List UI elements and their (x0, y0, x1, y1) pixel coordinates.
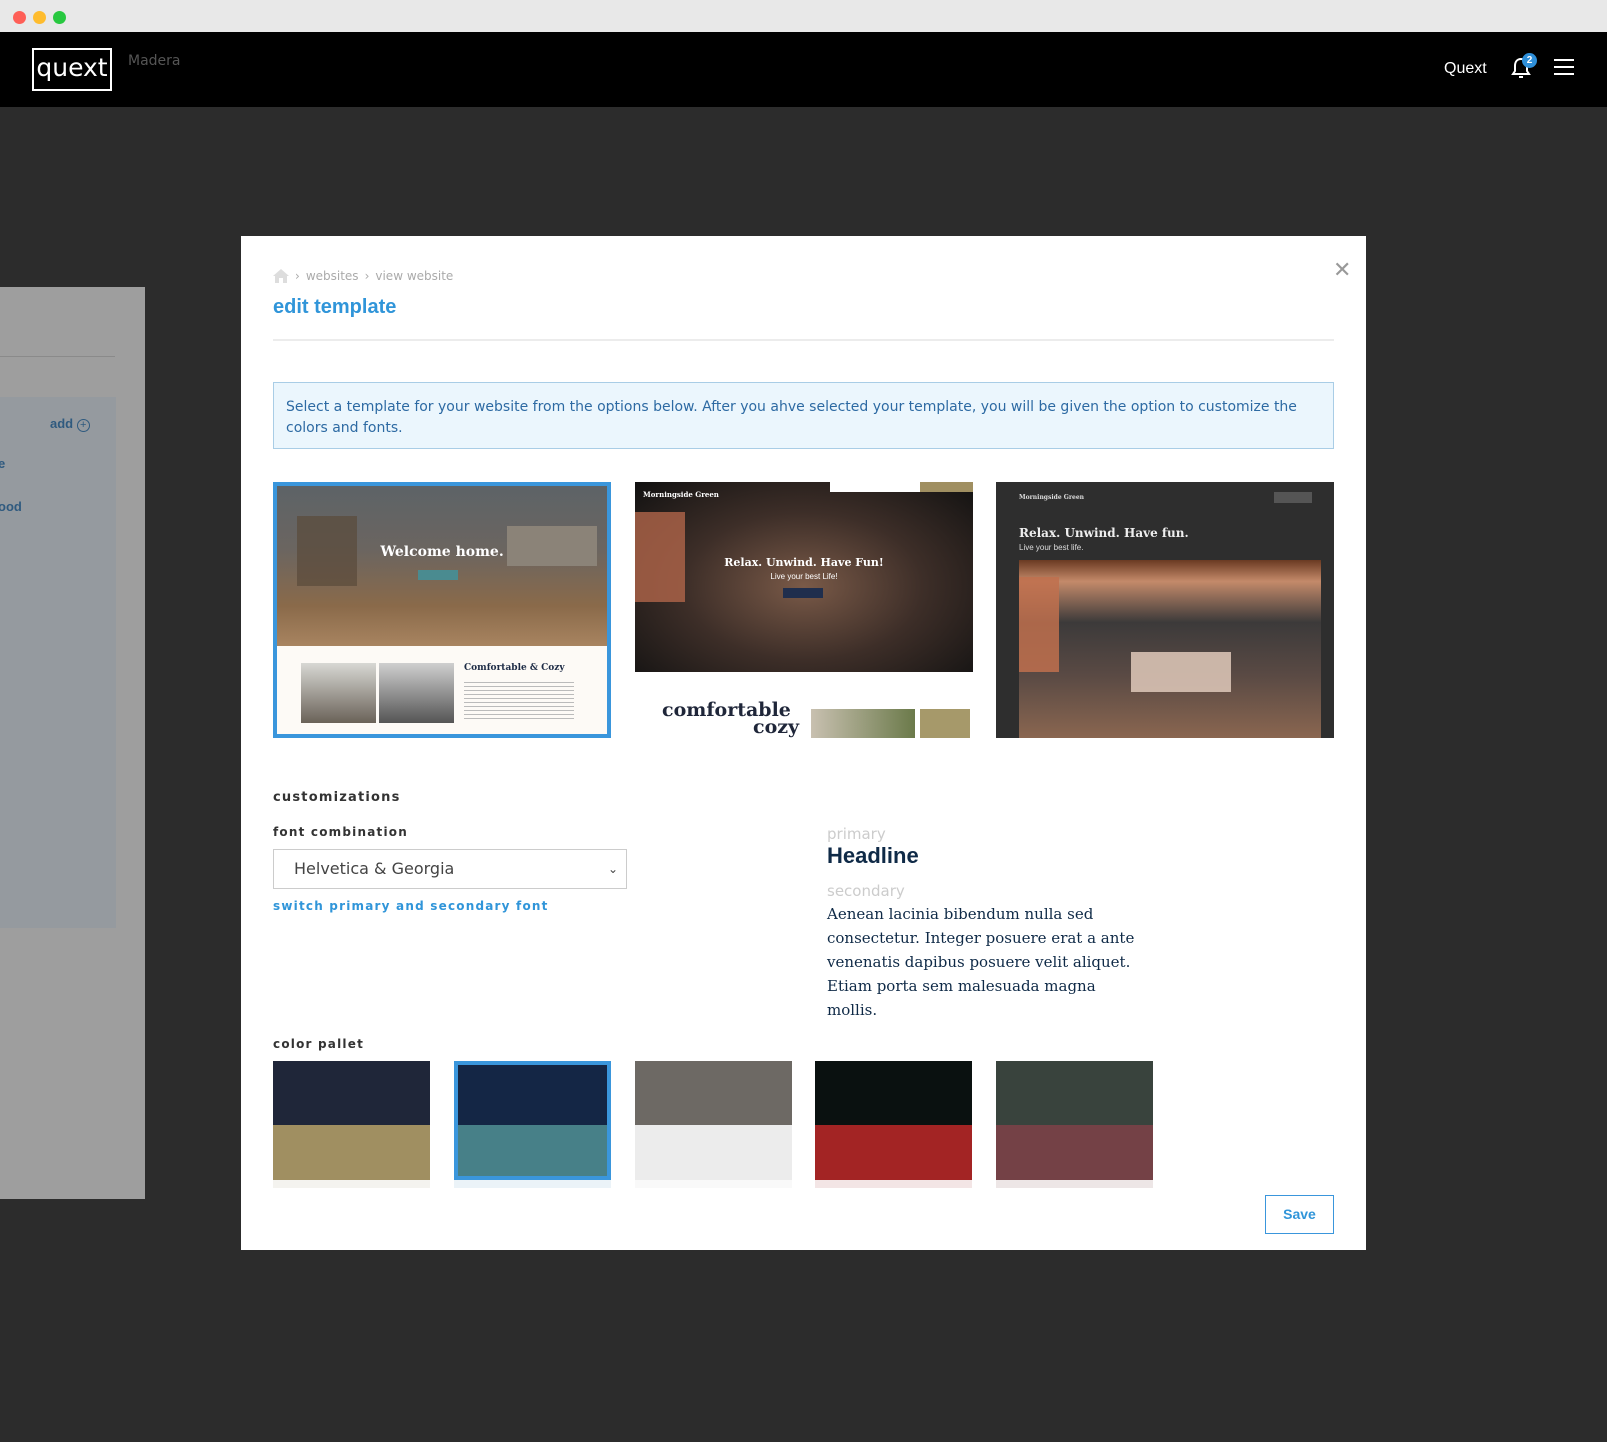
user-name[interactable]: Quext (1444, 60, 1487, 78)
page-title: edit template (273, 296, 397, 318)
quext-logo[interactable]: quext (32, 48, 112, 91)
plus-circle-icon: + (76, 419, 90, 432)
template-brand: Morningside Green (1019, 494, 1085, 501)
palette-shadow (454, 1180, 611, 1188)
add-label: add (50, 416, 74, 431)
primary-color (273, 1061, 430, 1125)
list-item[interactable]: e (0, 456, 5, 471)
secondary-color (635, 1125, 792, 1180)
info-banner: Select a template for your website from … (273, 382, 1334, 449)
template-section-title: Comfortable & Cozy (464, 663, 565, 673)
chevron-right-icon: › (295, 269, 300, 283)
customizations-heading: customizations (273, 790, 401, 805)
chevron-right-icon: › (364, 269, 370, 283)
background-list (0, 397, 116, 928)
color-palette-option-1[interactable] (273, 1061, 430, 1188)
color-palette-option-2[interactable] (454, 1061, 611, 1188)
breadcrumb-view-website[interactable]: view website (375, 269, 453, 283)
template-headline: Welcome home. (380, 544, 504, 560)
color-pallet-label: color pallet (273, 1037, 364, 1051)
color-palette-option-3[interactable] (635, 1061, 792, 1188)
hamburger-menu-icon[interactable] (1554, 59, 1574, 75)
close-window-button[interactable] (13, 11, 26, 24)
top-nav (0, 32, 1607, 107)
primary-color (454, 1061, 611, 1125)
divider (0, 356, 115, 357)
chevron-down-icon: ⌄ (607, 862, 618, 876)
template-subhead: Live your best Life! (770, 572, 838, 581)
template-option-1[interactable]: Welcome home. Comfortable & Cozy (273, 482, 611, 738)
font-combination-value: Helvetica & Georgia (294, 859, 455, 878)
home-icon[interactable] (273, 269, 289, 283)
secondary-color (815, 1125, 972, 1180)
palette-shadow (273, 1180, 430, 1188)
template-hero-image (1019, 560, 1321, 738)
primary-color (635, 1061, 792, 1125)
template-headline: Relax. Unwind. Have Fun! (724, 556, 884, 569)
color-palette-option-5[interactable] (996, 1061, 1153, 1188)
maximize-window-button[interactable] (53, 11, 66, 24)
palette-shadow (996, 1180, 1153, 1188)
palette-shadow (815, 1180, 972, 1188)
window-titlebar (0, 0, 1607, 32)
org-name: Madera (128, 53, 181, 69)
color-palette-option-4[interactable] (815, 1061, 972, 1188)
font-combination-label: font combination (273, 825, 408, 839)
divider (273, 339, 1334, 341)
template-section-title-2: cozy (753, 716, 800, 738)
primary-color (815, 1061, 972, 1125)
list-item[interactable]: ood (0, 499, 22, 514)
secondary-label: secondary (827, 882, 905, 900)
notification-badge: 2 (1522, 53, 1537, 68)
template-headline: Relax. Unwind. Have fun. (1019, 526, 1189, 540)
template-subhead: Live your best life. (1019, 543, 1084, 552)
primary-color (996, 1061, 1153, 1125)
secondary-color (996, 1125, 1153, 1180)
breadcrumb: › websites › view website (273, 269, 453, 283)
font-combination-select[interactable]: Helvetica & Georgia ⌄ (273, 849, 627, 889)
template-option-3[interactable]: Morningside Green Relax. Unwind. Have fu… (996, 482, 1334, 738)
secondary-font-preview: Aenean lacinia bibendum nulla sed consec… (827, 905, 1135, 1019)
switch-font-link[interactable]: switch primary and secondary font (273, 899, 549, 913)
close-icon[interactable]: ✕ (1333, 260, 1351, 282)
secondary-color (454, 1125, 611, 1180)
breadcrumb-websites[interactable]: websites (306, 269, 359, 283)
palette-shadow (635, 1180, 792, 1188)
secondary-color (273, 1125, 430, 1180)
add-link[interactable]: add + (50, 416, 90, 432)
primary-label: primary (827, 825, 886, 843)
primary-font-preview: Headline (827, 843, 919, 868)
template-brand: Morningside Green (643, 490, 719, 499)
template-option-2[interactable]: Morningside Green Relax. Unwind. Have Fu… (635, 482, 973, 738)
save-button[interactable]: Save (1265, 1195, 1334, 1234)
minimize-window-button[interactable] (33, 11, 46, 24)
